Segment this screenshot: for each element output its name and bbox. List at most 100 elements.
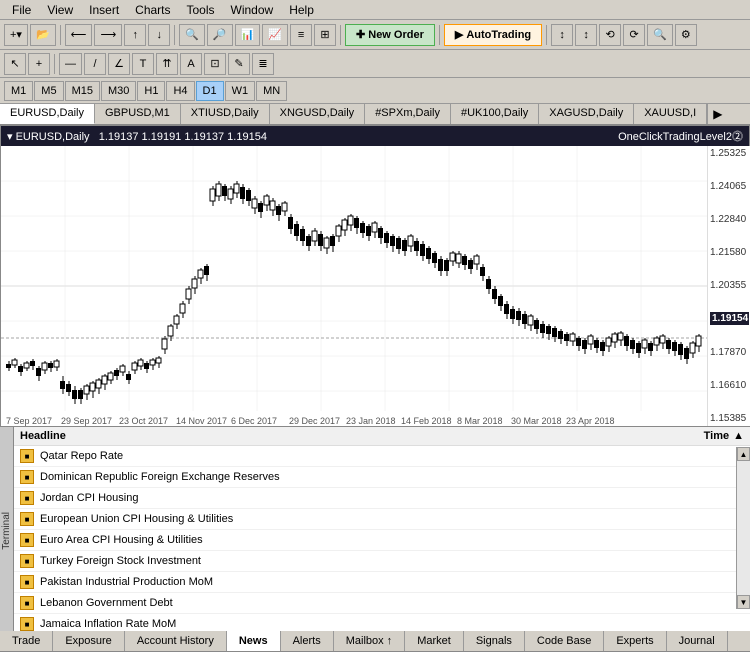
tf-h1[interactable]: H1: [137, 81, 165, 101]
scroll-track: [737, 461, 750, 595]
tf-m5[interactable]: M5: [34, 81, 63, 101]
toolbar-open[interactable]: 📂: [30, 24, 56, 46]
news-item-3[interactable]: ■ European Union CPI Housing & Utilities: [14, 509, 750, 530]
chart-tabs-scroll[interactable]: ▶: [707, 104, 727, 124]
draw-text[interactable]: T: [132, 53, 154, 75]
draw-period[interactable]: ≣: [252, 53, 274, 75]
time-col: Time: [704, 430, 729, 442]
toolbar-down[interactable]: ↓: [148, 24, 170, 46]
tf-mn[interactable]: MN: [256, 81, 287, 101]
scroll-up-btn[interactable]: ▲: [737, 447, 750, 461]
toolbar-chart[interactable]: 📊: [235, 24, 261, 46]
news-item-5[interactable]: ■ Turkey Foreign Stock Investment: [14, 551, 750, 572]
draw-cursor2[interactable]: ✎: [228, 53, 250, 75]
svg-text:14 Feb 2018: 14 Feb 2018: [401, 416, 452, 426]
news-content: Headline Time ▲ ■ Qatar Repo Rate ■ Domi…: [14, 427, 750, 635]
tab-market[interactable]: Market: [405, 631, 464, 651]
chart-body[interactable]: 7 Sep 2017 29 Sep 2017 23 Oct 2017 14 No…: [1, 146, 749, 426]
tab-eurusd-daily[interactable]: EURUSD,Daily: [0, 104, 95, 124]
draw-shapes[interactable]: A: [180, 53, 202, 75]
menubar: File View Insert Charts Tools Window Hel…: [0, 0, 750, 20]
tab-mailbox[interactable]: Mailbox ↑: [334, 631, 405, 651]
tf-m15[interactable]: M15: [65, 81, 100, 101]
menu-help[interactable]: Help: [281, 1, 322, 19]
toolbar-forward[interactable]: ⟶: [94, 24, 122, 46]
menu-charts[interactable]: Charts: [127, 1, 178, 19]
draw-cross[interactable]: +: [28, 53, 50, 75]
tab-xagusd-daily[interactable]: XAGUSD,Daily: [539, 104, 634, 124]
autotrading-button[interactable]: ▶ AutoTrading: [444, 24, 542, 46]
timeframe-toolbar: M1 M5 M15 M30 H1 H4 D1 W1 MN: [0, 78, 750, 104]
tab-xngusd-daily[interactable]: XNGUSD,Daily: [270, 104, 366, 124]
toolbar-up[interactable]: ↑: [124, 24, 146, 46]
tab-account-history[interactable]: Account History: [125, 631, 227, 651]
svg-text:29 Dec 2017: 29 Dec 2017: [289, 416, 340, 426]
tab-xauusd[interactable]: XAUUSD,I: [634, 104, 707, 124]
menu-file[interactable]: File: [4, 1, 39, 19]
price-label-1: 1.25325: [710, 148, 749, 159]
svg-text:29 Sep 2017: 29 Sep 2017: [61, 416, 112, 426]
news-scrollbar: ▲ ▼: [736, 447, 750, 609]
toolbar-extra2[interactable]: ↕: [575, 24, 597, 46]
news-item-7[interactable]: ■ Lebanon Government Debt: [14, 593, 750, 614]
news-item-2[interactable]: ■ Jordan CPI Housing: [14, 488, 750, 509]
new-order-button[interactable]: ✚ New Order: [345, 24, 435, 46]
toolbar-zoom-out[interactable]: 🔎: [207, 24, 233, 46]
toolbar-back[interactable]: ⟵: [65, 24, 93, 46]
tab-xtiusd-daily[interactable]: XTIUSD,Daily: [181, 104, 270, 124]
draw-vline[interactable]: /: [84, 53, 106, 75]
tf-w1[interactable]: W1: [225, 81, 256, 101]
news-item-0[interactable]: ■ Qatar Repo Rate: [14, 446, 750, 467]
toolbar-extra3[interactable]: ⟲: [599, 24, 621, 46]
toolbar-chart2[interactable]: 📈: [262, 24, 288, 46]
news-item-1[interactable]: ■ Dominican Republic Foreign Exchange Re…: [14, 467, 750, 488]
scroll-down-btn[interactable]: ▼: [737, 595, 750, 609]
tab-journal[interactable]: Journal: [667, 631, 728, 651]
tf-m1[interactable]: M1: [4, 81, 33, 101]
tf-h4[interactable]: H4: [166, 81, 194, 101]
draw-arrow[interactable]: ⇈: [156, 53, 178, 75]
tab-alerts[interactable]: Alerts: [281, 631, 334, 651]
tab-news[interactable]: News: [227, 631, 281, 651]
news-icon-2: ■: [20, 491, 34, 505]
toolbar-tmpl[interactable]: ⊞: [314, 24, 336, 46]
toolbar-extra5[interactable]: 🔍: [647, 24, 673, 46]
autotrading-icon: ▶: [455, 28, 463, 41]
toolbar-extra1[interactable]: ↕: [551, 24, 573, 46]
draw-cursor[interactable]: ↖: [4, 53, 26, 75]
toolbar-prop[interactable]: ≡: [290, 24, 312, 46]
chart-indicator: OneClickTradingLevel2⓶: [618, 128, 743, 144]
tab-signals[interactable]: Signals: [464, 631, 525, 651]
menu-view[interactable]: View: [39, 1, 81, 19]
menu-insert[interactable]: Insert: [81, 1, 127, 19]
news-title-7: Lebanon Government Debt: [40, 597, 173, 609]
scroll-up-arrow[interactable]: ▲: [733, 430, 744, 442]
news-item-4[interactable]: ■ Euro Area CPI Housing & Utilities: [14, 530, 750, 551]
tab-exposure[interactable]: Exposure: [53, 631, 124, 651]
menu-tools[interactable]: Tools: [179, 1, 223, 19]
tab-spxm-daily[interactable]: #SPXm,Daily: [365, 104, 451, 124]
svg-text:23 Apr 2018: 23 Apr 2018: [566, 416, 615, 426]
news-title-8: Jamaica Inflation Rate MoM: [40, 618, 176, 630]
news-icon-8: ■: [20, 617, 34, 631]
draw-fib[interactable]: ⊡: [204, 53, 226, 75]
new-order-label: New Order: [368, 29, 424, 41]
toolbar-main: +▾ 📂 ⟵ ⟶ ↑ ↓ 🔍 🔎 📊 📈 ≡ ⊞ ✚ New Order ▶ A…: [0, 20, 750, 50]
price-label-8: 1.16610: [710, 380, 749, 391]
news-item-6[interactable]: ■ Pakistan Industrial Production MoM: [14, 572, 750, 593]
tab-trade[interactable]: Trade: [0, 631, 53, 651]
tf-d1[interactable]: D1: [196, 81, 224, 101]
draw-hline[interactable]: —: [59, 53, 82, 75]
tab-experts[interactable]: Experts: [604, 631, 666, 651]
draw-trend[interactable]: ∠: [108, 53, 130, 75]
headline-col: Headline: [20, 430, 66, 442]
tf-m30[interactable]: M30: [101, 81, 136, 101]
tab-codebase[interactable]: Code Base: [525, 631, 604, 651]
toolbar-search[interactable]: ⚙: [675, 24, 697, 46]
tab-gbpusd-m1[interactable]: GBPUSD,M1: [95, 104, 181, 124]
toolbar-extra4[interactable]: ⟳: [623, 24, 645, 46]
tab-uk100-daily[interactable]: #UK100,Daily: [451, 104, 539, 124]
toolbar-zoom-in[interactable]: 🔍: [179, 24, 205, 46]
menu-window[interactable]: Window: [223, 1, 282, 19]
toolbar-new[interactable]: +▾: [4, 24, 28, 46]
